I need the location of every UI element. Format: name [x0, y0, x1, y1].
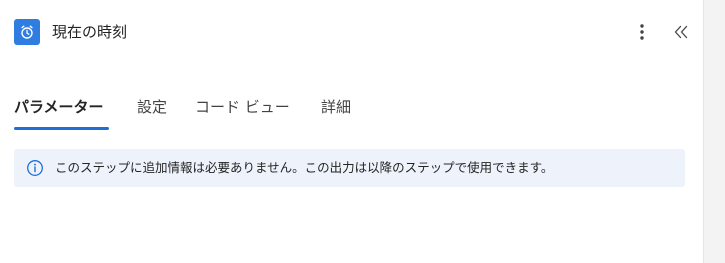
- double-chevron-left-icon: [674, 25, 688, 39]
- tab-list: パラメーター 設定 コード ビュー 詳細: [0, 88, 703, 134]
- more-vertical-icon: [640, 24, 644, 40]
- tab-details[interactable]: 詳細: [321, 96, 351, 118]
- info-message-bar: このステップに追加情報は必要ありません。この出力は以降のステップで使用できます。: [14, 149, 685, 187]
- alarm-clock-icon: [14, 19, 40, 45]
- tab-code-view[interactable]: コード ビュー: [195, 96, 290, 118]
- tab-settings[interactable]: 設定: [137, 96, 167, 118]
- page-title: 現在の時刻: [52, 23, 128, 41]
- tab-parameters[interactable]: パラメーター: [14, 96, 104, 118]
- active-tab-indicator: [14, 127, 109, 130]
- more-options-button[interactable]: [630, 20, 654, 44]
- info-icon: [27, 160, 43, 176]
- collapse-panel-button[interactable]: [669, 20, 693, 44]
- scrollbar-track[interactable]: [703, 0, 725, 263]
- info-message-text: このステップに追加情報は必要ありません。この出力は以降のステップで使用できます。: [55, 160, 554, 175]
- panel-header: 現在の時刻: [0, 0, 703, 64]
- details-panel: 現在の時刻 パラメーター 設定 コード ビュー 詳細 このステップに追加情報は必…: [0, 0, 703, 263]
